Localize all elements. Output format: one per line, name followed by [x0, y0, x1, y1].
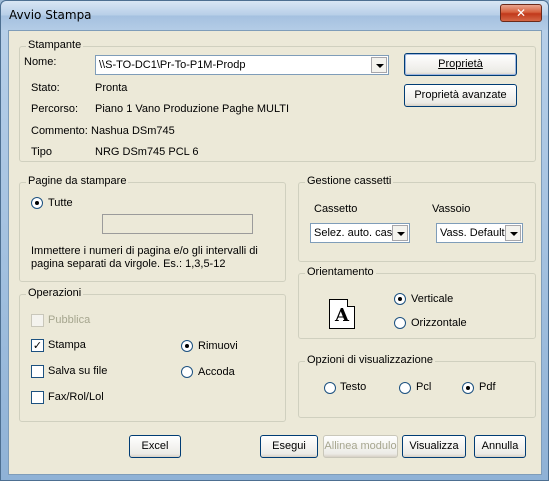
page-range-input[interactable]: [102, 214, 253, 234]
preview-button[interactable]: Visualizza: [402, 435, 466, 458]
excel-button[interactable]: Excel: [129, 435, 181, 458]
printer-name-value: \\S-TO-DC1\Pr-To-P1M-Prodp: [99, 59, 246, 71]
drawer-label: Cassetto: [314, 203, 358, 215]
printer-path-value: Piano 1 Vano Produzione Paghe MULTI: [95, 103, 290, 115]
align-form-button-label: Allinea modulo: [324, 440, 397, 452]
orientation-vertical-radio[interactable]: [394, 293, 406, 305]
printer-comment-value: Nashua DSm745: [91, 125, 175, 137]
checkmark-icon: ✓: [32, 339, 43, 352]
view-text-radio[interactable]: [324, 382, 336, 394]
publish-checkbox[interactable]: [31, 314, 44, 327]
drawer-value: Selez. auto. cas: [314, 227, 392, 239]
queue-label[interactable]: Accoda: [198, 366, 235, 378]
cancel-button[interactable]: Annulla: [474, 435, 526, 458]
close-icon: ✕: [515, 6, 527, 20]
print-label[interactable]: Stampa: [48, 339, 86, 351]
view-pdf-label[interactable]: Pdf: [479, 381, 496, 393]
trays-legend: Gestione cassetti: [305, 175, 394, 187]
save-file-checkbox[interactable]: [31, 365, 44, 378]
properties-button-label: Proprietà: [438, 58, 483, 70]
chevron-down-icon[interactable]: [392, 225, 408, 241]
page-orientation-icon: A: [329, 299, 355, 329]
printer-state-value: Pronta: [95, 82, 128, 94]
queue-radio[interactable]: [181, 366, 193, 378]
tray-select[interactable]: Vass. Default: [436, 223, 523, 243]
window-title: Avvio Stampa: [9, 8, 92, 22]
operations-legend: Operazioni: [26, 287, 84, 299]
orientation-vertical-label[interactable]: Verticale: [411, 293, 453, 305]
remove-label[interactable]: Rimuovi: [198, 340, 238, 352]
printer-type-label: Tipo: [31, 146, 52, 158]
orientation-legend: Orientamento: [305, 266, 376, 278]
run-button-label: Esegui: [272, 440, 306, 452]
remove-radio[interactable]: [181, 340, 193, 352]
fax-checkbox[interactable]: [31, 391, 44, 404]
tray-label: Vassoio: [432, 203, 471, 215]
view-pcl-radio[interactable]: [399, 382, 411, 394]
pages-all-label[interactable]: Tutte: [48, 197, 73, 209]
dialog-window: Avvio Stampa ✕ Stampante Nome: \\S-TO-DC…: [0, 0, 549, 481]
run-button[interactable]: Esegui: [260, 435, 318, 458]
trays-group: Gestione cassetti: [298, 175, 536, 262]
properties-button[interactable]: Proprietà: [404, 53, 517, 76]
cancel-button-label: Annulla: [481, 440, 519, 452]
advanced-properties-button-label: Proprietà avanzate: [414, 89, 507, 101]
letter-a-icon: A: [335, 305, 349, 326]
orientation-horizontal-label[interactable]: Orizzontale: [411, 317, 467, 329]
chevron-down-icon[interactable]: [505, 225, 521, 241]
pages-hint: Immettere i numeri di pagina e/o gli int…: [31, 245, 258, 270]
fax-label[interactable]: Fax/Rol/Lol: [48, 391, 104, 403]
advanced-properties-button[interactable]: Proprietà avanzate: [404, 84, 517, 107]
chevron-down-icon[interactable]: [371, 57, 387, 73]
view-pcl-label[interactable]: Pcl: [416, 381, 431, 393]
printer-state-label: Stato:: [31, 82, 60, 94]
dialog-body: Stampante Nome: \\S-TO-DC1\Pr-To-P1M-Pro…: [8, 30, 542, 475]
view-pdf-radio[interactable]: [462, 382, 474, 394]
drawer-select[interactable]: Selez. auto. cas: [310, 223, 410, 243]
align-form-button[interactable]: Allinea modulo: [323, 435, 398, 458]
save-file-label[interactable]: Salva su file: [48, 365, 107, 377]
printer-comment-label: Commento:: [31, 125, 88, 137]
pages-all-radio[interactable]: [31, 197, 43, 209]
printer-name-label: Nome:: [24, 56, 57, 68]
publish-label: Pubblica: [48, 314, 91, 326]
tray-value: Vass. Default: [440, 227, 505, 239]
preview-button-label: Visualizza: [409, 440, 459, 452]
orientation-horizontal-radio[interactable]: [394, 317, 406, 329]
print-checkbox[interactable]: ✓: [31, 339, 44, 352]
printer-name-select[interactable]: \\S-TO-DC1\Pr-To-P1M-Prodp: [95, 55, 389, 75]
excel-button-label: Excel: [141, 440, 169, 452]
title-bar[interactable]: Avvio Stampa ✕: [1, 1, 548, 30]
close-button[interactable]: ✕: [500, 4, 542, 22]
view-legend: Opzioni di visualizzazione: [305, 354, 435, 366]
view-text-label[interactable]: Testo: [340, 381, 366, 393]
printer-path-label: Percorso:: [31, 103, 79, 115]
pages-legend: Pagine da stampare: [26, 175, 129, 187]
printer-legend: Stampante: [26, 39, 84, 51]
printer-type-value: NRG DSm745 PCL 6: [95, 146, 199, 158]
